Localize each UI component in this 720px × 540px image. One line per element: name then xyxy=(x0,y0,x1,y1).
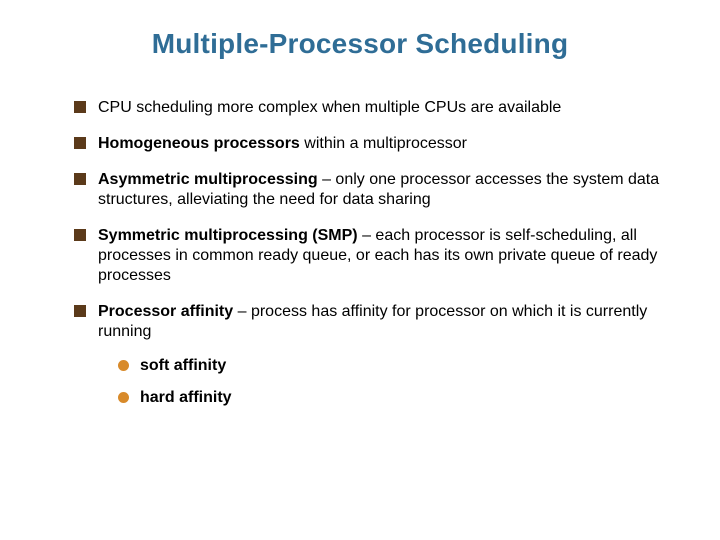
bullet-text: CPU scheduling more complex when multipl… xyxy=(98,99,561,116)
bullet-bold: Homogeneous processors xyxy=(98,135,300,152)
bullet-bold: Asymmetric multiprocessing xyxy=(98,171,318,188)
bullet-bold: Symmetric multiprocessing (SMP) xyxy=(98,227,358,244)
bullet-text: within a multiprocessor xyxy=(300,135,467,152)
bullet-item: Homogeneous processors within a multipro… xyxy=(74,134,660,154)
sub-bullet-item: hard affinity xyxy=(118,388,660,408)
bullet-bold: Processor affinity xyxy=(98,303,233,320)
sub-bullet-text: hard affinity xyxy=(140,389,232,406)
bullet-item: Symmetric multiprocessing (SMP) – each p… xyxy=(74,226,660,286)
bullet-item: Asymmetric multiprocessing – only one pr… xyxy=(74,170,660,210)
bullet-list: CPU scheduling more complex when multipl… xyxy=(74,98,660,408)
bullet-item: Processor affinity – process has affinit… xyxy=(74,302,660,408)
sub-bullet-text: soft affinity xyxy=(140,357,226,374)
slide: Multiple-Processor Scheduling CPU schedu… xyxy=(0,0,720,540)
sub-bullet-list: soft affinity hard affinity xyxy=(118,356,660,408)
bullet-item: CPU scheduling more complex when multipl… xyxy=(74,98,660,118)
slide-title: Multiple-Processor Scheduling xyxy=(60,28,660,60)
sub-bullet-item: soft affinity xyxy=(118,356,660,376)
